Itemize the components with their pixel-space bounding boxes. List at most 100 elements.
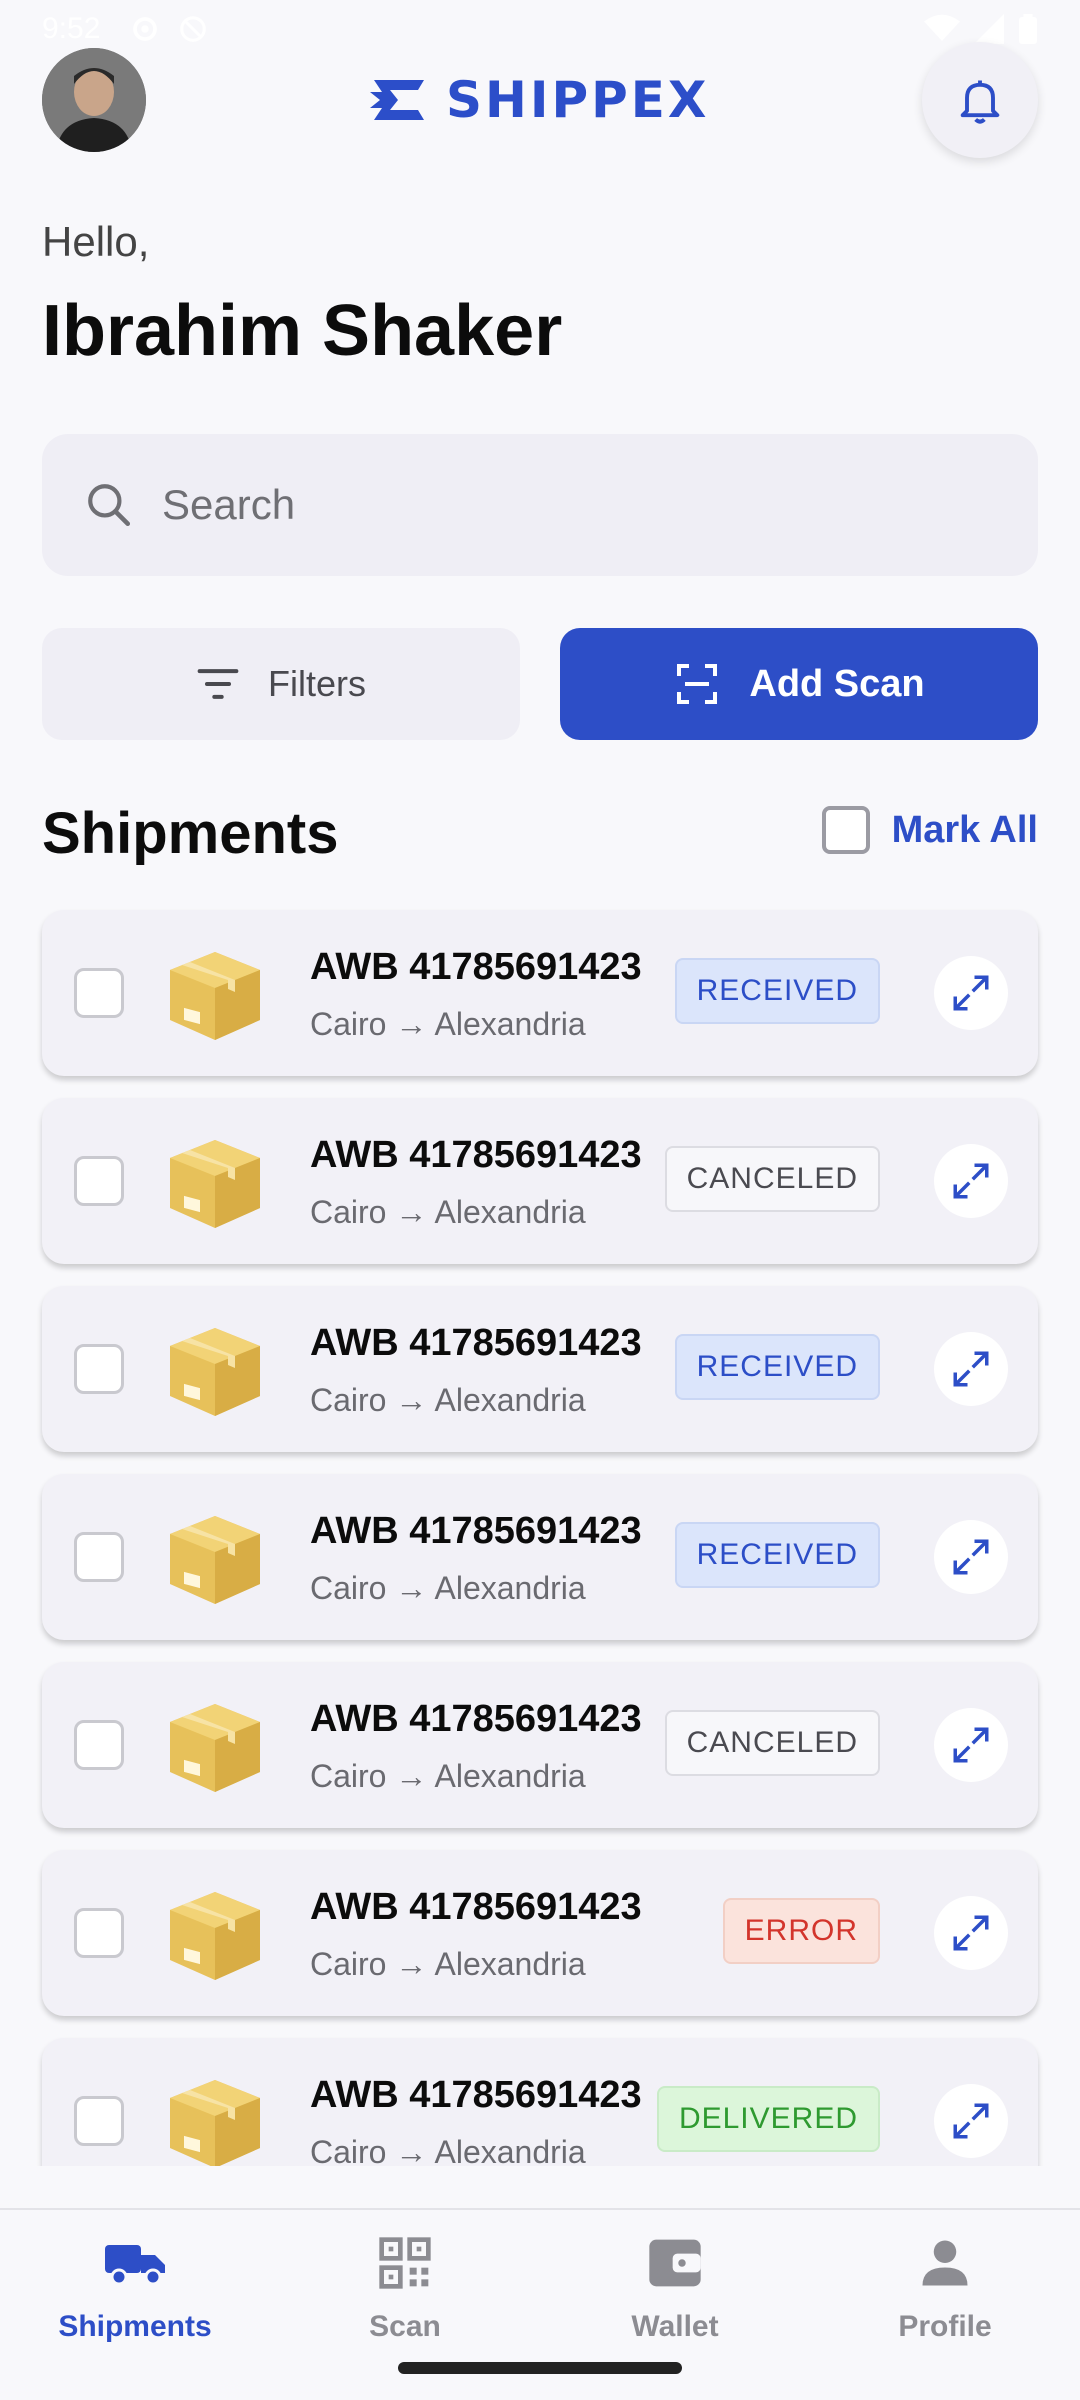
nav-label: Scan [369, 2310, 441, 2343]
status-badge: RECEIVED [674, 958, 880, 1024]
package-box-icon [170, 952, 260, 1040]
greeting-text: Hello, [42, 218, 150, 265]
nav-label: Shipments [58, 2310, 212, 2343]
mark-all-toggle[interactable]: Mark All [821, 806, 1038, 854]
package-box-icon [170, 2080, 260, 2166]
add-scan-label: Add Scan [749, 662, 925, 705]
user-avatar-icon [42, 48, 146, 152]
home-indicator[interactable] [398, 2362, 682, 2374]
shipment-checkbox[interactable] [74, 1908, 124, 1958]
package-box-icon [170, 1892, 260, 1980]
nav-label: Wallet [631, 2310, 719, 2343]
shipment-checkbox[interactable] [74, 1720, 124, 1770]
shipment-card[interactable]: AWB 41785691423 Cairo → Alexandria DELIV… [42, 2038, 1038, 2166]
expand-icon [953, 1351, 989, 1387]
expand-icon [953, 1727, 989, 1763]
nav-item-shipments[interactable]: Shipments [0, 2228, 270, 2378]
filters-button[interactable]: Filters [42, 628, 520, 740]
search-icon [88, 484, 131, 527]
status-time: 9:52 [42, 12, 101, 45]
shipment-route: Cairo → Alexandria [310, 2134, 586, 2166]
expand-button[interactable] [934, 1896, 1008, 1970]
shipment-route: Cairo → Alexandria [310, 1382, 586, 1418]
status-badge: DELIVERED [656, 2086, 880, 2152]
shipment-card[interactable]: AWB 41785691423 Cairo → Alexandria CANCE… [42, 1662, 1038, 1828]
expand-button[interactable] [934, 1144, 1008, 1218]
shipment-checkbox[interactable] [74, 1344, 124, 1394]
filters-label: Filters [268, 663, 366, 704]
shipment-checkbox[interactable] [74, 968, 124, 1018]
nav-item-scan[interactable]: Scan [270, 2228, 540, 2378]
battery-icon [1019, 14, 1037, 44]
truck-icon [103, 2228, 167, 2298]
status-icons-left [130, 14, 208, 44]
awb-number: AWB 41785691423 [310, 1134, 642, 1176]
awb-number: AWB 41785691423 [310, 1322, 642, 1364]
nav-item-wallet[interactable]: Wallet [540, 2228, 810, 2378]
expand-icon [953, 975, 989, 1011]
shipment-route: Cairo → Alexandria [310, 1194, 586, 1230]
shipment-route: Cairo → Alexandria [310, 1946, 586, 1982]
shipment-card[interactable]: AWB 41785691423 Cairo → Alexandria RECEI… [42, 910, 1038, 1076]
expand-icon [953, 1915, 989, 1951]
package-box-icon [170, 1704, 260, 1792]
avatar[interactable] [42, 48, 146, 152]
settings-status-icon [133, 17, 157, 41]
status-icons-right [924, 14, 1038, 44]
status-badge: ERROR [722, 1898, 880, 1964]
bell-icon [960, 80, 1000, 124]
expand-button[interactable] [934, 1708, 1008, 1782]
awb-number: AWB 41785691423 [310, 1886, 642, 1928]
awb-number: AWB 41785691423 [310, 1698, 642, 1740]
brand-name: SHIPPEX [446, 71, 710, 129]
expand-button[interactable] [934, 1332, 1008, 1406]
filter-icon [197, 669, 239, 699]
expand-icon [953, 2103, 989, 2139]
expand-button[interactable] [934, 956, 1008, 1030]
awb-number: AWB 41785691423 [310, 2074, 642, 2116]
person-icon [918, 2228, 972, 2298]
expand-button[interactable] [934, 2084, 1008, 2158]
mark-all-checkbox[interactable] [821, 806, 870, 854]
shipment-route: Cairo → Alexandria [310, 1006, 586, 1042]
package-box-icon [170, 1328, 260, 1416]
shipment-card[interactable]: AWB 41785691423 Cairo → Alexandria RECEI… [42, 1286, 1038, 1452]
package-box-icon [170, 1140, 260, 1228]
shipment-checkbox[interactable] [74, 1156, 124, 1206]
user-name: Ibrahim Shaker [42, 291, 563, 371]
qr-code-icon [377, 2228, 433, 2298]
logo-mark-icon [370, 80, 424, 120]
search-bar[interactable] [42, 434, 1038, 576]
status-bar: 9:52 [0, 0, 1080, 60]
expand-button[interactable] [934, 1520, 1008, 1594]
nav-item-profile[interactable]: Profile [810, 2228, 1080, 2378]
add-scan-button[interactable]: Add Scan [560, 628, 1038, 740]
status-badge: RECEIVED [674, 1334, 880, 1400]
shipment-card[interactable]: AWB 41785691423 Cairo → Alexandria ERROR [42, 1850, 1038, 2016]
shipment-card[interactable]: AWB 41785691423 Cairo → Alexandria CANCE… [42, 1098, 1038, 1264]
expand-icon [953, 1163, 989, 1199]
shipment-checkbox[interactable] [74, 1532, 124, 1582]
mark-all-label: Mark All [891, 808, 1038, 851]
scan-frame-icon [677, 664, 718, 704]
shipment-checkbox[interactable] [74, 2096, 124, 2146]
wifi-icon [924, 14, 960, 41]
search-input[interactable] [162, 481, 962, 529]
awb-number: AWB 41785691423 [310, 946, 642, 988]
package-box-icon [170, 1516, 260, 1604]
expand-icon [953, 1539, 989, 1575]
shipment-list[interactable]: AWB 41785691423 Cairo → Alexandria RECEI… [0, 900, 1080, 2166]
awb-number: AWB 41785691423 [310, 1510, 642, 1552]
wallet-icon [647, 2228, 703, 2298]
brand-logo: SHIPPEX [368, 71, 710, 129]
status-badge: RECEIVED [674, 1522, 880, 1588]
shipment-card[interactable]: AWB 41785691423 Cairo → Alexandria RECEI… [42, 1474, 1038, 1640]
shipment-route: Cairo → Alexandria [310, 1758, 586, 1794]
nav-label: Profile [898, 2310, 992, 2343]
shipment-route: Cairo → Alexandria [310, 1570, 586, 1606]
shipments-title: Shipments [42, 801, 339, 866]
notifications-button[interactable] [922, 42, 1038, 158]
status-badge: CANCELED [664, 1710, 880, 1776]
dnd-status-icon [180, 16, 206, 42]
status-badge: CANCELED [664, 1146, 880, 1212]
